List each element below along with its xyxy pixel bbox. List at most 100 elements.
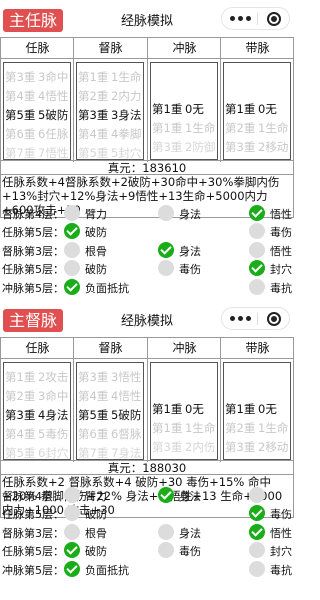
more-menu-icon[interactable] [230, 16, 252, 22]
level-option[interactable]: 第5重 5破防 [78, 409, 148, 422]
option-choice-text[interactable]: 悟性 [270, 206, 292, 222]
option-choice-text[interactable]: 负面抵抗 [85, 280, 129, 296]
unchecked-radio-icon[interactable] [64, 487, 80, 503]
level-option[interactable]: 第5重 6封穴 [5, 447, 75, 460]
level-option[interactable]: 第3重 2内伤 [152, 441, 222, 454]
level-option[interactable]: 第2重 2内力 [78, 90, 148, 103]
close-target-icon[interactable] [267, 12, 281, 26]
level-value: 4拳脚 [111, 127, 142, 141]
level-picker[interactable]: 第1重 0无第1重 1生命 第3重 2防御 [148, 59, 221, 162]
option-label: 任脉第5层： [2, 545, 64, 559]
level-option[interactable]: 第3重 3悟性 [78, 371, 148, 384]
unchecked-radio-icon[interactable] [64, 205, 80, 221]
option-choice-text[interactable]: 破防 [85, 543, 107, 559]
level-picker[interactable]: 第3重 3悟性 第4重 4悟性 第5重 5破防 第6重 6督脉 第7重 7身法 [74, 359, 147, 462]
checked-radio-icon[interactable] [158, 487, 174, 503]
level-option[interactable]: 第7重 7身法 [78, 447, 148, 460]
level-option[interactable]: 第3重 4身法 [5, 409, 75, 422]
unchecked-radio-icon[interactable] [64, 241, 80, 258]
unchecked-radio-icon[interactable] [249, 560, 265, 577]
level-option[interactable]: 第1重 0无 [152, 103, 222, 116]
level-option[interactable]: 第3重 2移动 [225, 441, 294, 454]
option-choice-text[interactable]: 根骨 [85, 243, 107, 259]
option-choice-text[interactable]: 悟性 [270, 525, 292, 541]
option-choice-text[interactable]: 破防 [85, 224, 107, 240]
level-option[interactable]: 第1重 0无 [225, 103, 294, 116]
option-choice-text[interactable]: 身法 [179, 525, 201, 541]
level-picker[interactable]: 第1重 0无第1重 1生命 第3重 2内伤 [148, 359, 221, 462]
level-option[interactable]: 第3重 3身法 [78, 109, 148, 122]
unchecked-radio-icon[interactable] [249, 241, 265, 258]
level-picker[interactable]: 第3重 3命中 第4重 4悟性 第5重 5破防 第6重 6任脉 第7重 7悟性 [1, 59, 74, 162]
unchecked-radio-icon[interactable] [64, 260, 80, 277]
level-label: 第3重 [225, 440, 256, 454]
unchecked-radio-icon[interactable] [64, 505, 80, 522]
option-choice-text[interactable]: 毒伤 [270, 506, 292, 522]
level-picker[interactable]: 第1重 0无第2重 1生命 第3重 2移动 [221, 59, 294, 162]
level-label: 第2重 [5, 389, 36, 403]
checked-radio-icon[interactable] [249, 505, 265, 522]
option-choice-text[interactable]: 毒伤 [179, 543, 201, 559]
option-choice-text[interactable]: 破防 [85, 506, 107, 522]
more-menu-icon[interactable] [230, 316, 252, 322]
unchecked-radio-icon[interactable] [249, 542, 265, 559]
level-option[interactable]: 第4重 4悟性 [78, 390, 148, 403]
column-header: 带脉 [221, 38, 294, 59]
level-option[interactable]: 第5重 5破防 [5, 109, 75, 122]
level-option[interactable]: 第1重 0无 [225, 403, 294, 416]
option-choice-text[interactable]: 根骨 [85, 525, 107, 541]
option-choice-text[interactable]: 身法 [179, 206, 201, 222]
checked-radio-icon[interactable] [64, 560, 80, 577]
level-picker[interactable]: 第1重 1生命 第2重 2内力 第3重 3身法 第4重 4拳脚 第5重 5封穴 [74, 59, 147, 162]
option-choice-text[interactable]: 封穴 [270, 543, 292, 559]
unchecked-radio-icon[interactable] [249, 278, 265, 295]
level-option[interactable]: 第1重 1生命 [152, 122, 222, 135]
level-option[interactable]: 第1重 2攻击 [5, 371, 75, 384]
level-option[interactable]: 第2重 1生命 [225, 422, 294, 435]
unchecked-radio-icon[interactable] [158, 542, 174, 559]
checked-radio-icon[interactable] [158, 241, 174, 258]
option-choice-text[interactable]: 毒伤 [270, 224, 292, 240]
level-option[interactable]: 第2重 1生命 [225, 122, 294, 135]
level-option[interactable]: 第3重 2移动 [225, 141, 294, 154]
checked-radio-icon[interactable] [64, 223, 80, 240]
unchecked-radio-icon[interactable] [64, 523, 80, 540]
option-choice-text[interactable]: 臂力 [85, 488, 107, 504]
level-option[interactable]: 第3重 2防御 [152, 141, 222, 154]
level-option[interactable]: 第4重 5毒伤 [5, 428, 75, 441]
option-choice-text[interactable]: 毒伤 [179, 261, 201, 277]
option-choice-text[interactable]: 破防 [85, 261, 107, 277]
option-choice-text[interactable]: 悟性 [270, 243, 292, 259]
level-option[interactable]: 第6重 6任脉 [5, 128, 75, 141]
level-option[interactable]: 第5重 5封穴 [78, 147, 148, 160]
option-choice-text[interactable]: 封穴 [270, 261, 292, 277]
unchecked-radio-icon[interactable] [158, 260, 174, 277]
checked-radio-icon[interactable] [249, 523, 265, 540]
checked-radio-icon[interactable] [249, 260, 265, 277]
option-choice-text[interactable]: 身法 [179, 243, 201, 259]
level-option[interactable]: 第3重 3命中 [5, 71, 75, 84]
checked-radio-icon[interactable] [64, 542, 80, 559]
level-option[interactable]: 第4重 4悟性 [5, 90, 75, 103]
option-choice-text[interactable]: 臂力 [85, 206, 107, 222]
unchecked-radio-icon[interactable] [158, 523, 174, 540]
level-option[interactable]: 第1重 1生命 [152, 422, 222, 435]
level-option[interactable]: 第1重 1生命 [78, 71, 148, 84]
unchecked-radio-icon[interactable] [249, 487, 265, 503]
level-picker[interactable]: 第1重 0无第2重 1生命 第3重 2移动 [221, 359, 294, 462]
unchecked-radio-icon[interactable] [158, 205, 174, 221]
unchecked-radio-icon[interactable] [249, 223, 265, 240]
close-target-icon[interactable] [267, 312, 281, 326]
option-choice-text[interactable]: 毒抗 [270, 562, 292, 578]
level-option[interactable]: 第4重 4拳脚 [78, 128, 148, 141]
option-choice-text[interactable]: 负面抵抗 [85, 562, 129, 578]
option-choice-text[interactable]: 身法 [179, 488, 201, 504]
option-choice-text[interactable]: 毒抗 [270, 280, 292, 296]
level-picker[interactable]: 第1重 2攻击 第2重 3命中 第3重 4身法 第4重 5毒伤 第5重 6封穴 [1, 359, 74, 462]
level-option[interactable]: 第6重 6督脉 [78, 428, 148, 441]
level-option[interactable]: 第1重 0无 [152, 403, 222, 416]
checked-radio-icon[interactable] [249, 205, 265, 221]
level-option[interactable]: 第2重 3命中 [5, 390, 75, 403]
checked-radio-icon[interactable] [64, 278, 80, 295]
level-option[interactable]: 第7重 7悟性 [5, 147, 75, 160]
